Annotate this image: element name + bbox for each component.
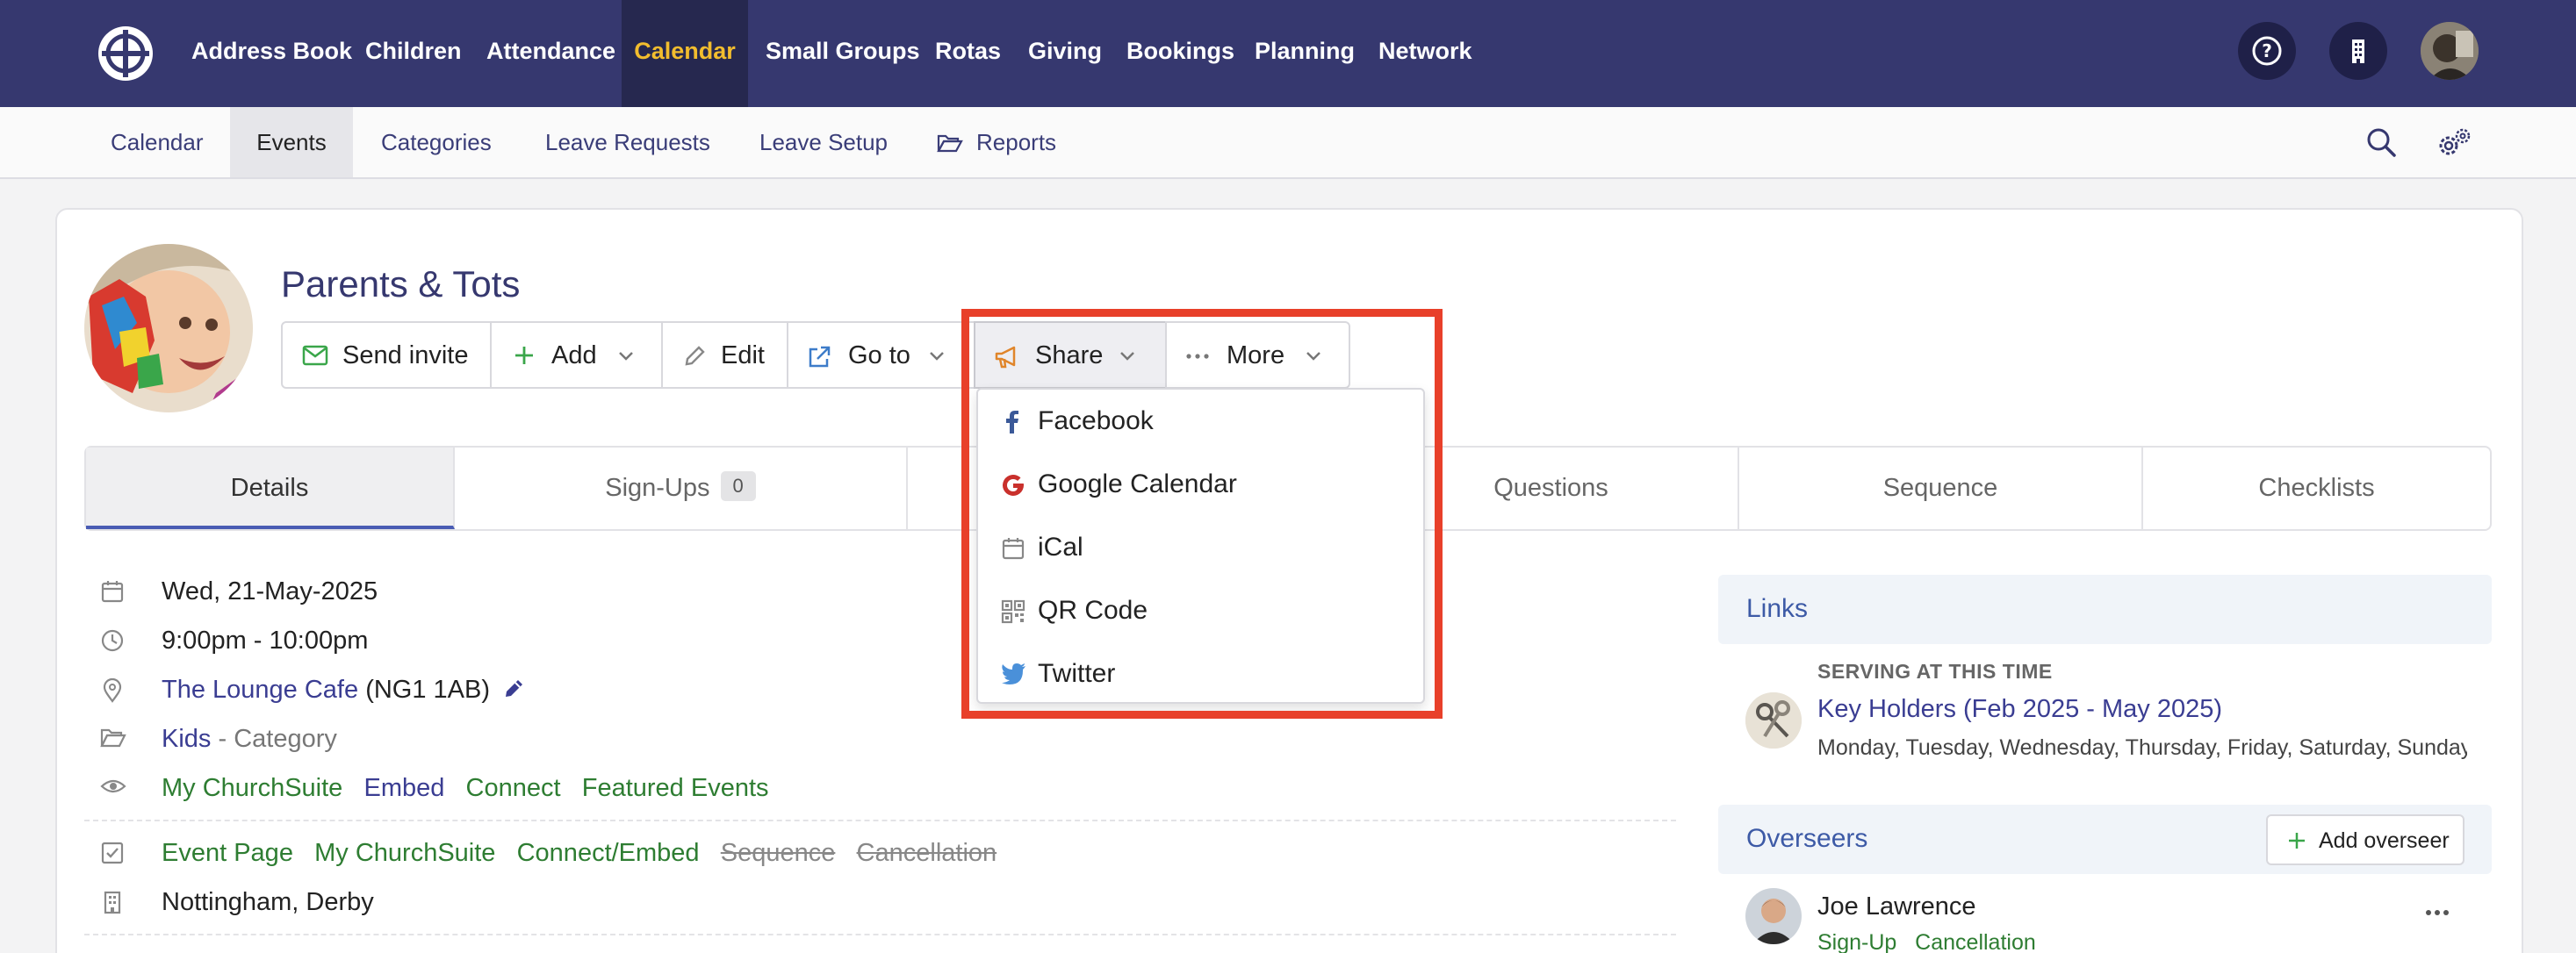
folder-open-icon [100, 728, 126, 748]
subnav-calendar[interactable]: Calendar [111, 107, 204, 177]
nav-planning[interactable]: Planning [1255, 0, 1355, 107]
event-time: 9:00pm - 10:00pm [162, 627, 369, 655]
event-image [84, 244, 253, 412]
highlight-annotation-box [961, 309, 1443, 719]
links-panel-header: Links [1718, 575, 2492, 644]
details-divider [84, 820, 1676, 821]
nav-children[interactable]: Children [365, 0, 462, 107]
add-overseer-label: Add overseer [2319, 828, 2450, 853]
tab-checklists[interactable]: Checklists [2143, 448, 2490, 529]
building-icon [104, 891, 121, 914]
subnav-categories[interactable]: Categories [381, 107, 492, 177]
edit-button[interactable]: Edit [661, 321, 788, 389]
checkbox-checked-icon [101, 842, 124, 864]
visibility-my-churchsuite: My ChurchSuite [162, 774, 343, 802]
rota-days: Monday, Tuesday, Wednesday, Thursday, Fr… [1817, 735, 2467, 760]
nav-address-book[interactable]: Address Book [191, 0, 352, 107]
visibility-featured-events: Featured Events [581, 774, 769, 802]
subnav-leave-setup[interactable]: Leave Setup [759, 107, 888, 177]
chevron-down-icon [619, 352, 633, 361]
plus-icon [2289, 833, 2305, 849]
building-icon [2352, 39, 2364, 63]
rota-link[interactable]: Key Holders (Feb 2025 - May 2025) [1817, 695, 2222, 724]
nav-giving[interactable]: Giving [1028, 0, 1102, 107]
flag-sequence: Sequence [720, 839, 836, 867]
overseer-name[interactable]: Joe Lawrence [1817, 892, 1976, 921]
overseer-tag-sign-up: Sign-Up [1817, 930, 1897, 953]
map-pin-icon [103, 677, 122, 703]
user-avatar[interactable] [2421, 22, 2479, 80]
flag-cancellation: Cancellation [856, 839, 997, 867]
edit-location-pencil-icon[interactable] [502, 676, 527, 700]
key-holders-avatar [1745, 692, 1802, 749]
overseer-avatar [1745, 888, 1802, 944]
nav-network[interactable]: Network [1378, 0, 1472, 107]
pencil-icon [685, 346, 705, 366]
plus-icon [515, 347, 533, 364]
churchsuite-logo-icon[interactable] [97, 25, 155, 82]
tab-details[interactable]: Details [86, 448, 455, 529]
serving-label: SERVING AT THIS TIME [1817, 660, 2053, 683]
send-invite-button[interactable]: Send invite [281, 321, 492, 389]
sub-navigation-bar: Calendar Events Categories Leave Request… [0, 107, 2576, 179]
eye-icon [100, 779, 126, 793]
top-navigation-bar: Address Book Children Attendance Calenda… [0, 0, 2576, 107]
event-date: Wed, 21-May-2025 [162, 577, 378, 605]
category-suffix: - Category [218, 725, 337, 753]
svg-text:?: ? [2262, 40, 2272, 61]
nav-rotas[interactable]: Rotas [935, 0, 1001, 107]
calendar-icon [101, 581, 124, 603]
category-link[interactable]: Kids [162, 725, 211, 753]
overseers-panel-title: Overseers [1746, 824, 1868, 853]
keys-icon [1745, 692, 1802, 749]
flag-connect-embed: Connect/Embed [516, 839, 700, 867]
visibility-embed: Embed [363, 774, 445, 802]
chevron-down-icon [930, 352, 944, 361]
tab-sequence[interactable]: Sequence [1739, 448, 2143, 529]
go-to-label: Go to [848, 341, 910, 369]
send-invite-label: Send invite [342, 341, 469, 369]
links-panel-title: Links [1746, 594, 1809, 623]
flag-event-page: Event Page [162, 839, 293, 867]
location-postcode: (NG1 1AB) [365, 676, 491, 704]
flag-my-churchsuite: My ChurchSuite [314, 839, 496, 867]
subnav-leave-requests[interactable]: Leave Requests [545, 107, 710, 177]
details-divider [84, 934, 1676, 935]
add-overseer-button[interactable]: Add overseer [2266, 814, 2464, 865]
nav-small-groups[interactable]: Small Groups [766, 0, 920, 107]
go-to-button[interactable]: Go to [787, 321, 975, 389]
external-link-icon [809, 346, 831, 368]
help-circle-icon: ? [2252, 36, 2282, 66]
sign-ups-count-badge: 0 [720, 471, 756, 502]
subnav-reports[interactable]: Reports [976, 107, 1056, 177]
add-label: Add [551, 341, 597, 369]
edit-label: Edit [721, 341, 765, 369]
nav-bookings[interactable]: Bookings [1126, 0, 1234, 107]
search-icon[interactable] [2365, 126, 2397, 158]
settings-cogs-icon[interactable] [2436, 126, 2472, 160]
help-button[interactable]: ? [2238, 22, 2296, 80]
tab-sign-ups-label: Sign-Ups [605, 474, 710, 502]
organisation-button[interactable] [2329, 22, 2387, 80]
clock-icon [101, 629, 124, 652]
folder-open-icon [937, 134, 963, 153]
add-button[interactable]: Add [490, 321, 663, 389]
event-sites: Nottingham, Derby [162, 888, 374, 916]
visibility-connect: Connect [465, 774, 561, 802]
nav-calendar[interactable]: Calendar [622, 0, 748, 107]
location-link[interactable]: The Lounge Cafe [162, 676, 358, 704]
overseer-tags: Sign-Up Cancellation [1817, 930, 2036, 953]
envelope-icon [302, 345, 328, 366]
event-title: Parents & Tots [281, 263, 521, 305]
overseer-options-ellipsis-icon[interactable] [2425, 909, 2450, 916]
overseer-tag-cancellation: Cancellation [1915, 930, 2036, 953]
subnav-events[interactable]: Events [230, 107, 353, 177]
nav-attendance[interactable]: Attendance [486, 0, 615, 107]
tab-sign-ups[interactable]: Sign-Ups 0 [455, 448, 908, 529]
